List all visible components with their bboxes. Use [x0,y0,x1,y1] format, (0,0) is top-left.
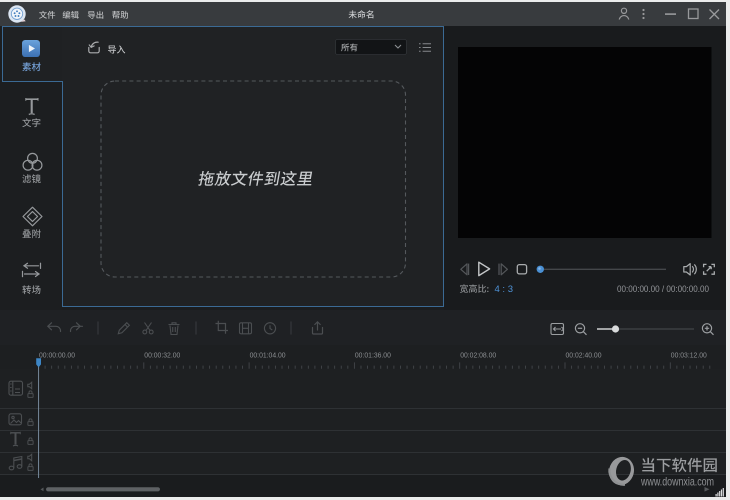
svg-text:00:02:40.00: 00:02:40.00 [566,350,602,359]
svg-text:4 : 3: 4 : 3 [495,284,514,295]
svg-text:00:03:12.00: 00:03:12.00 [671,350,707,359]
svg-text:00:00:00.00 / 00:00:00.00: 00:00:00.00 / 00:00:00.00 [617,284,709,294]
svg-text:00:00:00.00: 00:00:00.00 [39,350,75,359]
svg-text:00:01:36.00: 00:01:36.00 [355,350,391,359]
svg-text:00:02:08.00: 00:02:08.00 [460,350,496,359]
svg-text:www.downxia.com: www.downxia.com [640,475,714,489]
svg-text:00:01:04.00: 00:01:04.00 [250,350,286,359]
svg-text:00:00:32.00: 00:00:32.00 [144,350,180,359]
